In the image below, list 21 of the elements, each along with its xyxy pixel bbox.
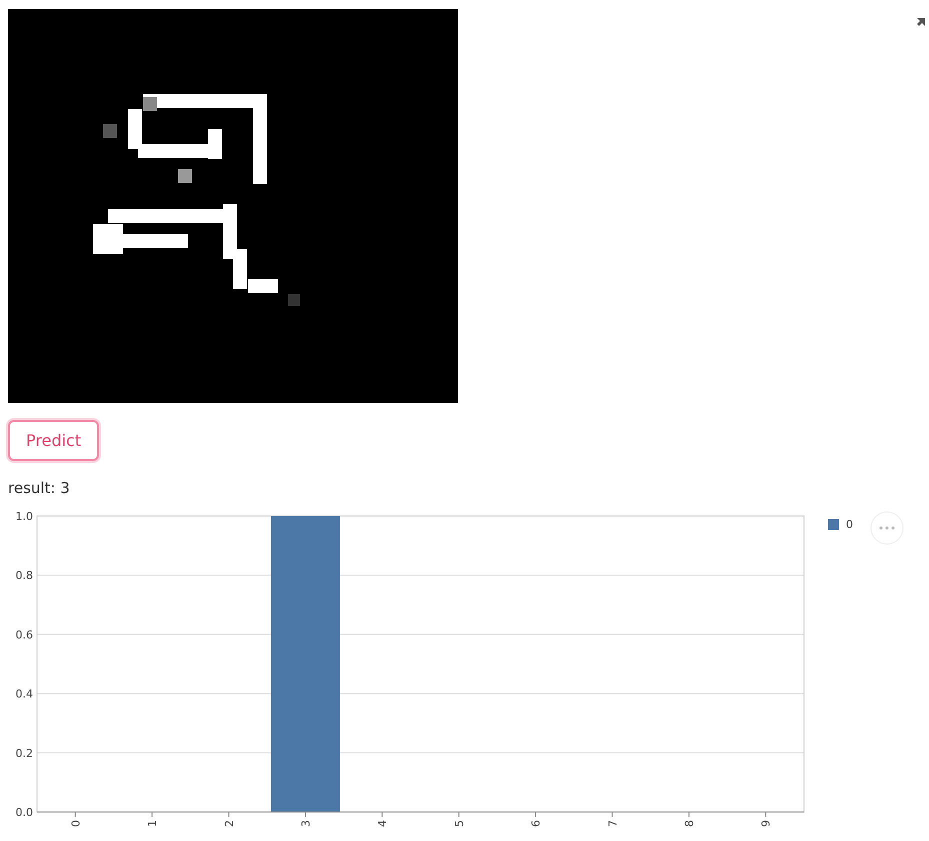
y-tick-label: 0.2 xyxy=(16,746,33,760)
x-tick-label: 3 xyxy=(299,820,312,827)
x-tick-label: 8 xyxy=(682,820,696,827)
x-tick-label: 2 xyxy=(222,820,236,827)
y-tick-label: 0.6 xyxy=(16,628,33,642)
fullscreen-icon[interactable] xyxy=(917,18,925,26)
x-tick-label: 6 xyxy=(530,820,543,827)
legend-swatch xyxy=(828,519,839,530)
x-tick-label: 0 xyxy=(69,820,82,827)
result-text: result: 3 xyxy=(8,479,70,497)
legend-label: 0 xyxy=(846,518,853,531)
y-tick-label: 0.0 xyxy=(16,806,33,819)
x-tick-label: 7 xyxy=(606,820,620,827)
predict-button[interactable]: Predict xyxy=(8,420,100,461)
x-tick-label: 4 xyxy=(376,820,390,827)
x-tick-label: 9 xyxy=(760,820,773,827)
x-tick-label: 1 xyxy=(146,820,160,827)
y-tick-label: 1.0 xyxy=(16,510,33,523)
y-tick-label: 0.8 xyxy=(16,569,33,582)
x-tick-label: 5 xyxy=(452,820,466,827)
y-tick-label: 0.4 xyxy=(16,688,33,701)
